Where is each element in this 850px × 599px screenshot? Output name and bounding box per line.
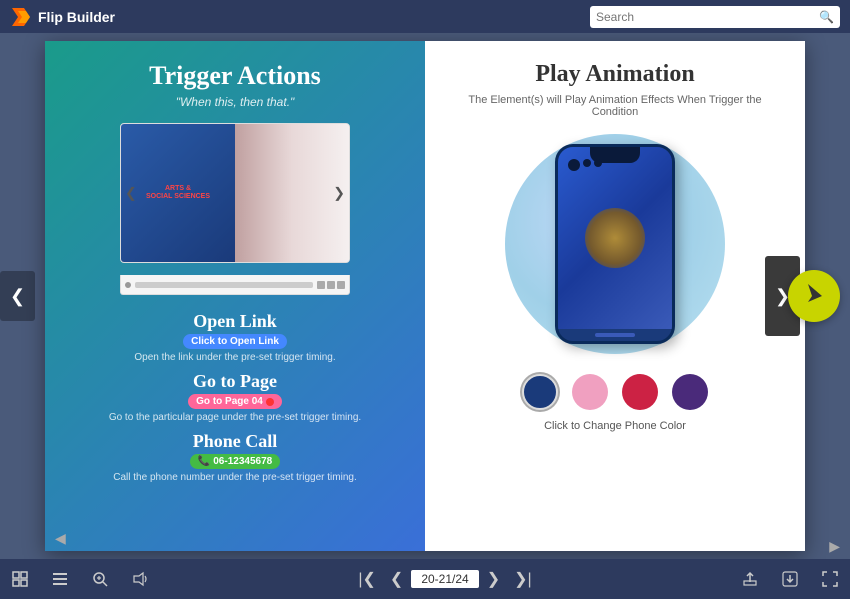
- action1-desc: Open the link under the pre-set trigger …: [65, 352, 405, 363]
- action2-title: Go to Page: [65, 371, 405, 392]
- prev-page-arrow[interactable]: ❮: [0, 271, 35, 321]
- list-icon: [52, 571, 68, 587]
- sound-icon: [132, 571, 148, 587]
- color-swatches: [522, 374, 708, 410]
- phone-mockup[interactable]: [555, 144, 675, 344]
- fullscreen-icon: [822, 571, 838, 587]
- action2-badge-text: Go to Page 04: [196, 396, 263, 407]
- swatch-purple[interactable]: [672, 374, 708, 410]
- right-page: Play Animation The Element(s) will Play …: [425, 41, 805, 551]
- page-indicator[interactable]: 20-21/24: [411, 570, 478, 588]
- action2-desc: Go to the particular page under the pre-…: [65, 412, 405, 423]
- left-page-title: Trigger Actions: [149, 61, 321, 91]
- action2-badge[interactable]: Go to Page 04: [188, 394, 282, 409]
- phone-cam-main: [568, 159, 580, 171]
- phone-cam-secondary: [583, 159, 591, 167]
- action-open-link: Open Link Click to Open Link Open the li…: [65, 311, 405, 363]
- top-bar: Flip Builder 🔍: [0, 0, 850, 33]
- phone-screen: [558, 147, 672, 329]
- last-page-button[interactable]: ❯|: [508, 569, 538, 589]
- flip-builder-logo-icon: [10, 6, 32, 28]
- flipbook-left-panel: ARTS & SOCIAL SCIENCES: [121, 124, 235, 262]
- flipbook-label-line2: SOCIAL SCIENCES: [146, 193, 210, 201]
- swatch-red[interactable]: [622, 374, 658, 410]
- book-spread: Trigger Actions "When this, then that." …: [45, 41, 805, 551]
- download-icon: [782, 571, 798, 587]
- toolbar-icons: [317, 281, 345, 289]
- page-navigation: |❮ ❮ 20-21/24 ❯ ❯|: [352, 569, 537, 589]
- download-button[interactable]: [770, 559, 810, 599]
- cursor-icon: [804, 282, 824, 310]
- search-box[interactable]: 🔍: [590, 6, 840, 28]
- right-page-subtitle: The Element(s) will Play Animation Effec…: [445, 94, 785, 118]
- search-input[interactable]: [596, 10, 815, 24]
- grid-icon: [12, 571, 28, 587]
- action1-title: Open Link: [65, 311, 405, 332]
- first-page-button[interactable]: |❮: [352, 569, 382, 589]
- flipbook-right-panel: [235, 124, 349, 262]
- left-page-subtitle: "When this, then that.": [176, 95, 295, 109]
- phone-home-bar: [595, 333, 635, 337]
- action3-badge[interactable]: 📞 06-12345678: [190, 454, 280, 469]
- phone-cam-tertiary: [594, 159, 602, 167]
- phone-camera-area: [568, 159, 602, 171]
- action2-red-dot: [266, 398, 274, 406]
- flipbook-next-arrow[interactable]: ❯: [333, 185, 345, 202]
- toolbar-icon1: [317, 281, 325, 289]
- flipbook-toolbar: [120, 275, 350, 295]
- app-name: Flip Builder: [38, 9, 115, 25]
- search-icon: 🔍: [819, 10, 834, 24]
- phone-circle-background: [505, 134, 725, 354]
- phone-glow-effect: [585, 208, 645, 268]
- page-corner-left-icon[interactable]: ◀: [55, 530, 66, 547]
- fullscreen-button[interactable]: [810, 559, 850, 599]
- right-page-title: Play Animation: [535, 61, 694, 88]
- share-icon: [742, 571, 758, 587]
- action3-title: Phone Call: [65, 431, 405, 452]
- toolbar-icon2: [327, 281, 335, 289]
- color-change-label: Click to Change Phone Color: [544, 420, 686, 432]
- zoom-button[interactable]: [80, 559, 120, 599]
- flipbook-label-line1: ARTS &: [165, 185, 191, 193]
- action3-badge-text: 06-12345678: [213, 456, 272, 467]
- zoom-icon: [92, 571, 108, 587]
- bottom-toolbar: |❮ ❮ 20-21/24 ❯ ❯|: [0, 559, 850, 599]
- swatch-dark-blue[interactable]: [522, 374, 558, 410]
- share-button[interactable]: [730, 559, 770, 599]
- flipbook-preview: ARTS & SOCIAL SCIENCES ❮ ❯: [120, 123, 350, 263]
- toolbar-dot: [125, 282, 131, 288]
- grid-view-button[interactable]: [0, 559, 40, 599]
- next-page-nav-button[interactable]: ❯: [481, 569, 506, 589]
- action1-badge[interactable]: Click to Open Link: [183, 334, 287, 349]
- page-corner-right-icon[interactable]: ▶: [829, 538, 840, 555]
- list-view-button[interactable]: [40, 559, 80, 599]
- action3-desc: Call the phone number under the pre-set …: [65, 472, 405, 483]
- sound-button[interactable]: [120, 559, 160, 599]
- action-go-to-page: Go to Page Go to Page 04 Go to the parti…: [65, 371, 405, 423]
- toolbar-icon3: [337, 281, 345, 289]
- next-page-button[interactable]: [788, 270, 840, 322]
- toolbar-progress-bar: [135, 282, 313, 288]
- swatch-pink[interactable]: [572, 374, 608, 410]
- logo-area: Flip Builder: [10, 6, 115, 28]
- left-page: Trigger Actions "When this, then that." …: [45, 41, 425, 551]
- flipbook-prev-arrow[interactable]: ❮: [125, 185, 137, 202]
- prev-page-button[interactable]: ❮: [384, 569, 409, 589]
- main-area: ❮ Trigger Actions "When this, then that.…: [0, 33, 850, 559]
- action-phone-call: Phone Call 📞 06-12345678 Call the phone …: [65, 431, 405, 483]
